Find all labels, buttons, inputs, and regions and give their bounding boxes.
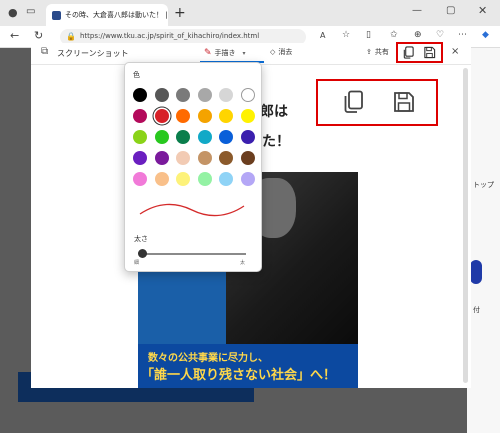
- erase-button[interactable]: ◇ 消去: [270, 47, 292, 57]
- thickness-label: 太さ: [134, 235, 148, 243]
- eraser-icon: ◇: [270, 48, 276, 56]
- color-swatch[interactable]: [133, 109, 147, 123]
- color-swatch[interactable]: [219, 172, 233, 186]
- share-label: 共有: [374, 48, 389, 56]
- poster-caption-line2: 「誰一人取り残さない社会」へ！: [141, 368, 337, 383]
- side-button[interactable]: [470, 260, 482, 284]
- favorites-list-icon[interactable]: ✩: [390, 30, 398, 40]
- more-menu-icon[interactable]: ⋯: [458, 30, 467, 40]
- thickness-min-label: 細: [134, 260, 140, 266]
- scrollbar[interactable]: [463, 68, 468, 383]
- color-swatch[interactable]: [176, 130, 190, 144]
- color-label: 色: [133, 71, 140, 79]
- read-aloud-icon[interactable]: A: [320, 31, 325, 40]
- color-swatch[interactable]: [133, 151, 147, 165]
- color-swatch[interactable]: [197, 172, 212, 186]
- color-swatch[interactable]: [133, 130, 147, 144]
- share-button[interactable]: ⇪ 共有: [366, 47, 389, 57]
- maximize-icon[interactable]: ▢: [446, 5, 455, 16]
- thickness-slider[interactable]: [142, 253, 246, 255]
- color-swatch[interactable]: [197, 151, 212, 165]
- color-swatch[interactable]: [154, 109, 169, 123]
- color-swatch[interactable]: [154, 130, 169, 144]
- extensions-icon[interactable]: ⊕: [414, 30, 422, 40]
- erase-label: 消去: [278, 48, 293, 56]
- side-label[interactable]: トップ: [473, 180, 494, 190]
- site-favicon-icon: [52, 10, 61, 20]
- color-swatch[interactable]: [219, 130, 233, 144]
- back-icon[interactable]: ←: [10, 29, 19, 42]
- thickness-max-label: 太: [240, 260, 246, 266]
- copy-icon-large: [344, 90, 363, 113]
- color-swatch[interactable]: [154, 151, 169, 165]
- pen-icon: ✎: [204, 48, 212, 58]
- color-swatch[interactable]: [197, 109, 212, 123]
- new-tab-button[interactable]: +: [174, 5, 186, 21]
- color-swatch[interactable]: [240, 88, 255, 102]
- minimize-icon[interactable]: —: [412, 5, 422, 16]
- color-swatch[interactable]: [240, 130, 255, 144]
- page-heading-line2: た！: [262, 134, 290, 150]
- browser-essentials-icon[interactable]: ♡: [436, 30, 444, 40]
- color-swatch[interactable]: [197, 88, 212, 102]
- close-screenshot-button[interactable]: ×: [451, 46, 459, 57]
- color-swatch[interactable]: [176, 88, 190, 102]
- side-strip: [467, 48, 500, 433]
- screenshot-icon: ⧉: [41, 46, 49, 57]
- color-swatch[interactable]: [240, 151, 255, 165]
- profile-icon[interactable]: ●: [8, 6, 18, 19]
- page-heading-line1: 郎は: [260, 104, 288, 120]
- favorite-icon[interactable]: ☆: [342, 30, 350, 40]
- save-icon-large: [394, 92, 414, 112]
- color-swatch[interactable]: [176, 109, 190, 123]
- color-swatch[interactable]: [154, 172, 169, 186]
- highlight-box-large: [316, 79, 438, 126]
- save-icon[interactable]: [423, 46, 436, 59]
- color-swatch[interactable]: [176, 151, 190, 165]
- split-screen-icon[interactable]: ▯: [366, 30, 371, 40]
- color-swatch[interactable]: [240, 109, 255, 123]
- color-swatch[interactable]: [219, 88, 233, 102]
- color-swatch[interactable]: [219, 109, 233, 123]
- color-swatch[interactable]: [154, 88, 169, 102]
- draw-button[interactable]: ✎ 手描き ▾: [200, 45, 264, 63]
- window-close-icon[interactable]: ✕: [478, 4, 487, 17]
- side-label-2[interactable]: 付: [473, 305, 480, 315]
- refresh-icon[interactable]: ↻: [34, 29, 43, 42]
- chevron-down-icon[interactable]: ▾: [243, 50, 246, 57]
- color-swatch[interactable]: [197, 130, 212, 144]
- color-swatch[interactable]: [133, 88, 147, 102]
- color-swatch[interactable]: [219, 151, 233, 165]
- copilot-icon[interactable]: ◆: [482, 30, 489, 40]
- color-swatch[interactable]: [133, 172, 147, 186]
- tab-title: その時、大倉喜八郎は動いた！ | 東: [65, 11, 168, 19]
- tab-actions-icon[interactable]: ▭: [26, 6, 35, 17]
- lock-icon[interactable]: 🔒: [66, 32, 76, 41]
- color-swatch[interactable]: [240, 172, 255, 186]
- browser-tab[interactable]: その時、大倉喜八郎は動いた！ | 東 ×: [46, 4, 168, 26]
- copy-icon[interactable]: [402, 46, 415, 59]
- share-icon: ⇪: [366, 48, 372, 56]
- thickness-slider-thumb[interactable]: [138, 249, 147, 258]
- poster-caption-line1: 数々の公共事業に尽力し、: [148, 353, 268, 364]
- stroke-preview: [139, 203, 245, 217]
- draw-label: 手描き: [214, 49, 236, 57]
- screenshot-title: スクリーンショット: [57, 49, 129, 58]
- color-swatch[interactable]: [176, 172, 190, 186]
